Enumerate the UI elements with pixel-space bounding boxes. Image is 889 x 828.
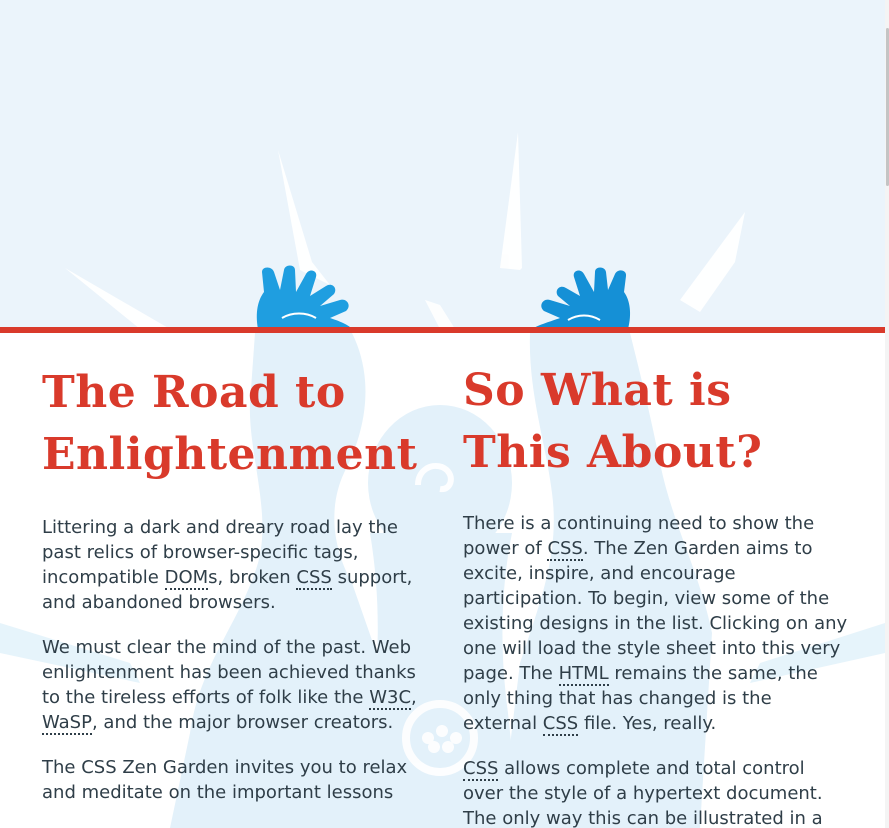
section-road-to-enlightenment: The Road to Enlightenment Littering a da… <box>42 333 422 805</box>
abbr-html: HTML <box>558 663 609 686</box>
page: The Road to Enlightenment Littering a da… <box>0 0 889 828</box>
section-what-is-this-about: So What is This About? There is a contin… <box>463 333 848 828</box>
page-scrollbar[interactable] <box>885 0 889 828</box>
section-heading: The Road to Enlightenment <box>42 367 418 480</box>
abbr-css: CSS <box>463 758 499 781</box>
paragraph-text: The CSS Zen Garden invites you to relax … <box>42 757 408 803</box>
paragraph: CSS allows complete and total control ov… <box>463 756 848 828</box>
paragraph-text: allows complete and total control over t… <box>463 758 823 828</box>
paragraph-text: file. Yes, really. <box>578 713 717 734</box>
header-illustration <box>65 132 745 329</box>
paragraph-text: s, broken <box>208 567 297 588</box>
paragraph: We must clear the mind of the past. Web … <box>42 635 422 735</box>
light-rays <box>65 132 745 329</box>
paragraph-text: , <box>411 687 417 708</box>
abbr-css: CSS <box>547 538 583 561</box>
paragraph-text: We must clear the mind of the past. Web … <box>42 637 416 708</box>
section-heading: So What is This About? <box>463 365 763 478</box>
paragraph: Littering a dark and dreary road lay the… <box>42 515 422 615</box>
abbr-wasp: WaSP <box>42 712 92 735</box>
abbr-w3c: W3C <box>369 687 412 710</box>
paragraph-text: , and the major browser creators. <box>91 712 394 733</box>
paragraph: There is a continuing need to show the p… <box>463 511 848 736</box>
abbr-dom: DOM <box>164 567 209 590</box>
abbr-css: CSS <box>542 713 579 736</box>
paragraph: The CSS Zen Garden invites you to relax … <box>42 755 422 805</box>
left-hand-icon <box>256 265 352 329</box>
abbr-css: CSS <box>296 567 332 590</box>
right-hand-icon <box>532 267 631 329</box>
